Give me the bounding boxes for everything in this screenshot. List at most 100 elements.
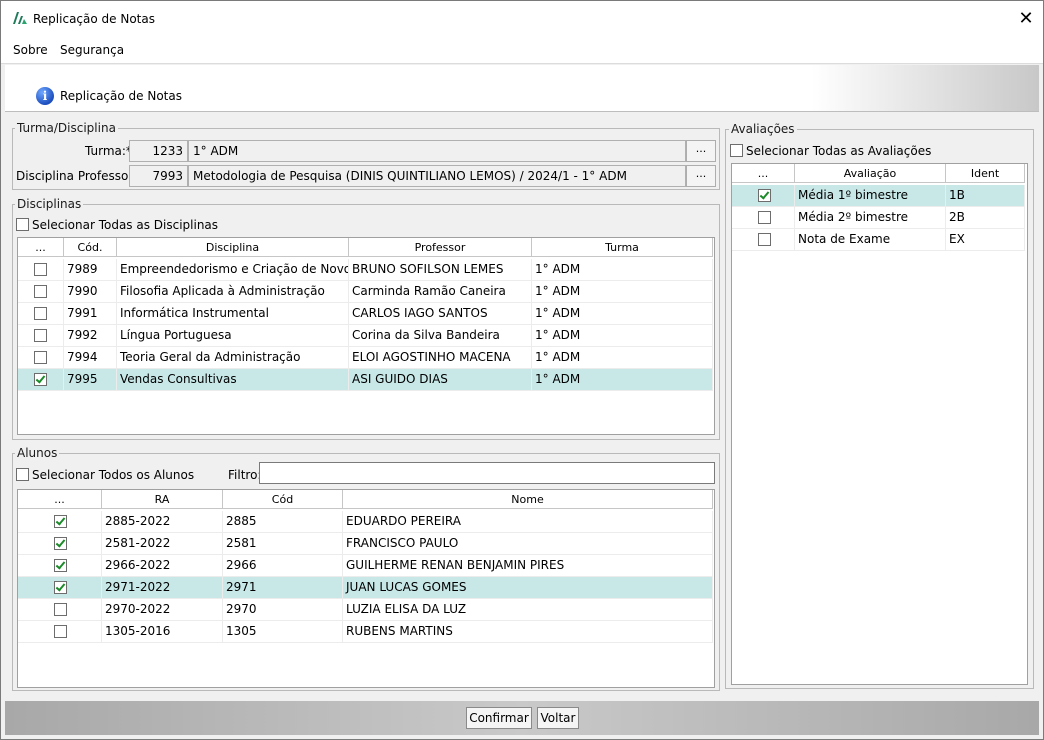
app-window: Replicação de Notas ✕ Sobre Segurança i … bbox=[0, 0, 1044, 740]
select-all-avaliacoes-label: Selecionar Todas as Avaliações bbox=[746, 144, 932, 158]
alunos-check-cell bbox=[18, 621, 102, 642]
alunos-row-checkbox[interactable] bbox=[54, 625, 67, 638]
avaliacoes-row-checkbox[interactable] bbox=[758, 211, 771, 224]
disciplinas-cell-turma: 1° ADM bbox=[532, 325, 713, 346]
disciplina-code-field[interactable]: 7993 bbox=[129, 165, 188, 187]
info-icon: i bbox=[36, 87, 54, 105]
turma-code-field[interactable]: 1233 bbox=[129, 140, 188, 162]
disciplinas-row[interactable]: 7991 Informática Instrumental CARLOS IAGO … bbox=[18, 303, 713, 325]
disciplinas-row-checkbox[interactable] bbox=[34, 351, 47, 364]
menu-sobre[interactable]: Sobre bbox=[13, 43, 48, 57]
alunos-row[interactable]: 2885-2022 2885 EDUARDO PEREIRA bbox=[18, 511, 713, 533]
disciplinas-check-cell bbox=[18, 347, 64, 368]
alunos-cell-cod: 2581 bbox=[223, 533, 343, 554]
disciplinas-cell-disciplina: Teoria Geral da Administração bbox=[117, 347, 349, 368]
avaliacoes-row-checkbox[interactable] bbox=[758, 189, 771, 202]
turma-label: Turma:* bbox=[85, 144, 132, 158]
alunos-row-checkbox[interactable] bbox=[54, 515, 67, 528]
avaliacoes-cell-avaliacao: Nota de Exame bbox=[795, 229, 946, 250]
alunos-row[interactable]: 2971-2022 2971 JUAN LUCAS GOMES bbox=[18, 577, 713, 599]
turma-name-field: 1° ADM bbox=[188, 140, 686, 162]
select-all-avaliacoes-checkbox[interactable] bbox=[730, 144, 743, 157]
alunos-cell-nome: GUILHERME RENAN BENJAMIN PIRES bbox=[343, 555, 713, 576]
turma-lookup-button[interactable]: ... bbox=[686, 140, 716, 162]
disciplinas-check-cell bbox=[18, 281, 64, 302]
disciplinas-row-checkbox[interactable] bbox=[34, 263, 47, 276]
avaliacoes-row[interactable]: Nota de Exame EX bbox=[732, 229, 1025, 251]
disciplinas-check-cell bbox=[18, 303, 64, 324]
avaliacoes-cell-avaliacao: Média 2º bimestre bbox=[795, 207, 946, 228]
disciplinas-header-4[interactable]: Turma bbox=[532, 238, 713, 257]
close-button[interactable]: ✕ bbox=[1013, 7, 1039, 31]
confirm-button[interactable]: Confirmar bbox=[466, 707, 532, 729]
header-banner: i Replicação de Notas bbox=[5, 65, 1039, 112]
alunos-header-0[interactable]: ... bbox=[18, 490, 102, 509]
alunos-check-cell bbox=[18, 555, 102, 576]
disciplinas-row-checkbox[interactable] bbox=[34, 373, 47, 386]
disciplinas-cell-professor: CARLOS IAGO SANTOS bbox=[349, 303, 532, 324]
avaliacoes-check-cell bbox=[732, 185, 795, 206]
alunos-cell-cod: 2971 bbox=[223, 577, 343, 598]
alunos-header-3[interactable]: Nome bbox=[343, 490, 713, 509]
window-title: Replicação de Notas bbox=[33, 12, 155, 26]
disciplinas-header-2[interactable]: Disciplina bbox=[117, 238, 349, 257]
alunos-row[interactable]: 1305-2016 1305 RUBENS MARTINS bbox=[18, 621, 713, 643]
menu-bar: Sobre Segurança bbox=[1, 37, 1043, 64]
alunos-cell-nome: RUBENS MARTINS bbox=[343, 621, 713, 642]
alunos-cell-ra: 2581-2022 bbox=[102, 533, 223, 554]
alunos-check-cell bbox=[18, 511, 102, 532]
avaliacoes-header-2[interactable]: Ident bbox=[946, 164, 1025, 183]
alunos-row-checkbox[interactable] bbox=[54, 537, 67, 550]
disciplinas-row[interactable]: 7989 Empreendedorismo e Criação de Novos … bbox=[18, 259, 713, 281]
menu-seguranca[interactable]: Segurança bbox=[60, 43, 124, 57]
select-all-disciplinas-checkbox[interactable] bbox=[16, 218, 29, 231]
alunos-row[interactable]: 2581-2022 2581 FRANCISCO PAULO bbox=[18, 533, 713, 555]
alunos-header-1[interactable]: RA bbox=[102, 490, 223, 509]
alunos-row-checkbox[interactable] bbox=[54, 559, 67, 572]
alunos-cell-nome: FRANCISCO PAULO bbox=[343, 533, 713, 554]
disciplinas-grid: ... Cód. Disciplina Professor Turma 7989 Empre… bbox=[17, 237, 715, 435]
disciplinas-cell-professor: ASI GUIDO DIAS bbox=[349, 369, 532, 390]
disciplinas-header-3[interactable]: Professor bbox=[349, 238, 532, 257]
disciplinas-row[interactable]: 7992 Língua Portuguesa Corina da Silva Ban… bbox=[18, 325, 713, 347]
disciplinas-row[interactable]: 7994 Teoria Geral da Administração ELOI AG… bbox=[18, 347, 713, 369]
app-logo-icon bbox=[13, 12, 27, 24]
alunos-header-2[interactable]: Cód bbox=[223, 490, 343, 509]
alunos-row[interactable]: 2966-2022 2966 GUILHERME RENAN BENJAMIN PI… bbox=[18, 555, 713, 577]
disciplinas-cell-cod: 7990 bbox=[64, 281, 117, 302]
alunos-row-checkbox[interactable] bbox=[54, 603, 67, 616]
alunos-row-checkbox[interactable] bbox=[54, 581, 67, 594]
disciplina-lookup-button[interactable]: ... bbox=[686, 165, 716, 187]
disciplinas-row-checkbox[interactable] bbox=[34, 329, 47, 342]
back-button[interactable]: Voltar bbox=[537, 707, 579, 729]
avaliacoes-row-checkbox[interactable] bbox=[758, 233, 771, 246]
alunos-cell-ra: 2971-2022 bbox=[102, 577, 223, 598]
select-all-disciplinas-label: Selecionar Todas as Disciplinas bbox=[32, 218, 219, 232]
filter-input[interactable] bbox=[259, 462, 715, 484]
disciplinas-row-checkbox[interactable] bbox=[34, 307, 47, 320]
avaliacoes-cell-ident: 1B bbox=[946, 185, 1025, 206]
disciplinas-cell-cod: 7992 bbox=[64, 325, 117, 346]
alunos-cell-cod: 2970 bbox=[223, 599, 343, 620]
disciplinas-header-0[interactable]: ... bbox=[18, 238, 64, 257]
filter-label: Filtro: bbox=[228, 468, 262, 482]
disciplinas-header-1[interactable]: Cód. bbox=[64, 238, 117, 257]
alunos-cell-ra: 2966-2022 bbox=[102, 555, 223, 576]
avaliacoes-row[interactable]: Média 2º bimestre 2B bbox=[732, 207, 1025, 229]
disciplinas-cell-cod: 7991 bbox=[64, 303, 117, 324]
alunos-cell-ra: 2970-2022 bbox=[102, 599, 223, 620]
alunos-row[interactable]: 2970-2022 2970 LUZIA ELISA DA LUZ bbox=[18, 599, 713, 621]
disciplinas-row[interactable]: 7990 Filosofia Aplicada à Administração Ca… bbox=[18, 281, 713, 303]
avaliacoes-header-1[interactable]: Avaliação bbox=[795, 164, 946, 183]
disciplinas-cell-turma: 1° ADM bbox=[532, 259, 713, 280]
disciplinas-cell-turma: 1° ADM bbox=[532, 369, 713, 390]
disciplinas-cell-cod: 7989 bbox=[64, 259, 117, 280]
select-all-alunos-checkbox[interactable] bbox=[16, 468, 29, 481]
disciplinas-row-checkbox[interactable] bbox=[34, 285, 47, 298]
alunos-cell-nome: LUZIA ELISA DA LUZ bbox=[343, 599, 713, 620]
disciplinas-row[interactable]: 7995 Vendas Consultivas ASI GUIDO DIAS 1° A… bbox=[18, 369, 713, 391]
banner-title: Replicação de Notas bbox=[60, 89, 182, 103]
avaliacoes-row[interactable]: Média 1º bimestre 1B bbox=[732, 185, 1025, 207]
disciplinas-cell-turma: 1° ADM bbox=[532, 303, 713, 324]
avaliacoes-header-0[interactable]: ... bbox=[732, 164, 795, 183]
